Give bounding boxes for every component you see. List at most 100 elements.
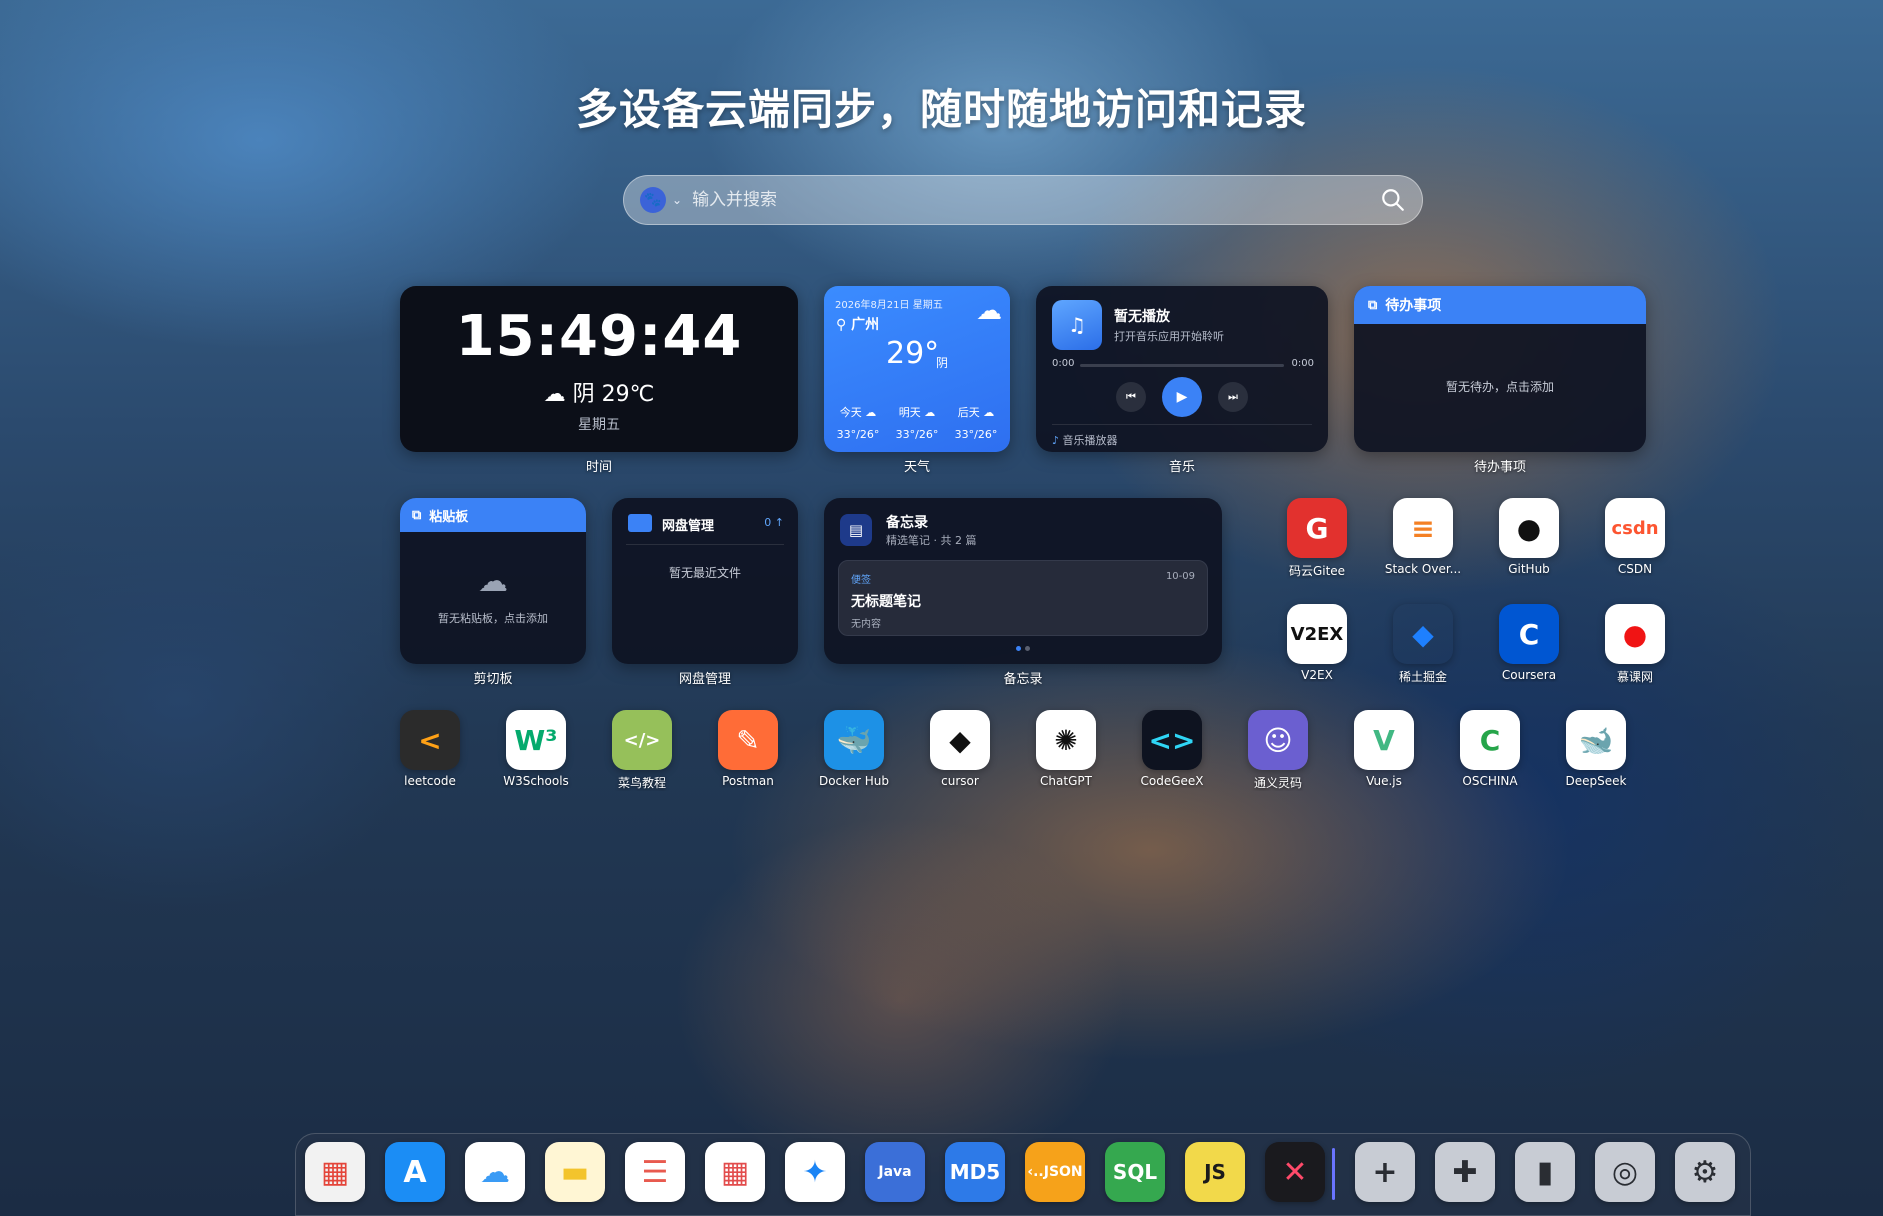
search-icon[interactable]: [1380, 187, 1406, 213]
runoob-icon: </>: [612, 710, 672, 770]
upload-count[interactable]: 0 ↑: [764, 516, 784, 529]
leetcode-icon: <: [400, 710, 460, 770]
app-runoob[interactable]: </> 菜鸟教程: [602, 710, 682, 791]
app-label: 稀土掘金: [1398, 670, 1447, 684]
netdisk-widget[interactable]: 网盘管理 0 ↑ 暂无最近文件: [612, 498, 798, 664]
caption-clipboard: 剪切板: [473, 672, 513, 687]
caption-music: 音乐: [1168, 460, 1195, 475]
caption-clock: 时间: [585, 460, 612, 475]
clock-time: 15:49:44: [455, 304, 743, 369]
previous-track-button[interactable]: ⏮: [1116, 382, 1146, 412]
app-deepseek[interactable]: 🐋 DeepSeek: [1556, 710, 1636, 788]
app-github[interactable]: ● GitHub: [1489, 498, 1569, 576]
todo-widget[interactable]: ⧉ 待办事项 暂无待办，点击添加: [1354, 286, 1646, 452]
clock-widget[interactable]: 15:49:44 ☁ 阴 29℃ 星期五: [400, 286, 798, 452]
app-store-icon[interactable]: A: [385, 1142, 445, 1202]
music-title: 暂无播放: [1114, 309, 1170, 325]
divider: [626, 544, 784, 545]
dock-separator: [1332, 1148, 1335, 1200]
todo-header: ⧉ 待办事项: [1354, 286, 1646, 324]
app-juejin[interactable]: ◆ 稀土掘金: [1383, 604, 1463, 685]
coursera-icon: C: [1499, 604, 1559, 664]
app-postman[interactable]: ✎ Postman: [708, 710, 788, 788]
music-widget[interactable]: ♫ 暂无播放 打开音乐应用开始聆听 0:00 0:00 ⏮ ▶ ⏭ ♪ 音乐播放…: [1036, 286, 1328, 452]
app-cursor[interactable]: ◆ cursor: [920, 710, 1000, 788]
cloud-icon: ☁: [543, 382, 566, 407]
forecast-today: 今天 ☁ 33°/26°: [836, 406, 880, 441]
app-chatgpt[interactable]: ✺ ChatGPT: [1026, 710, 1106, 788]
app-stackoverflow[interactable]: ≡ Stack Over...: [1383, 498, 1463, 576]
app-vue[interactable]: V Vue.js: [1344, 710, 1424, 788]
imooc-icon: ●: [1605, 604, 1665, 664]
memo-note-card[interactable]: 便签 10-09 无标题笔记 无内容: [838, 560, 1208, 636]
caption-todo: 待办事项: [1473, 460, 1526, 475]
play-button[interactable]: ▶: [1162, 377, 1202, 417]
netdisk-title: 网盘管理: [662, 519, 715, 534]
csdn-icon: csdn: [1605, 498, 1665, 558]
weather-date: 2026年8月21日 星期五: [835, 300, 943, 311]
clipboard-widget[interactable]: ⧉ 粘贴板 ☁ 暂无粘贴板，点击添加: [400, 498, 586, 664]
md5-shield-icon[interactable]: MD5: [945, 1142, 1005, 1202]
calendar-icon[interactable]: ▦: [705, 1142, 765, 1202]
memo-subtitle: 精选笔记 · 共 2 篇: [886, 534, 977, 547]
pagination-dots[interactable]: [824, 646, 1222, 651]
caption-weather: 天气: [903, 460, 930, 475]
app-leetcode[interactable]: < leetcode: [390, 710, 470, 788]
javascript-icon[interactable]: JS: [1185, 1142, 1245, 1202]
next-track-button[interactable]: ⏭: [1218, 382, 1248, 412]
app-w3schools[interactable]: W³ W3Schools: [496, 710, 576, 788]
music-note-icon: ♫: [1052, 300, 1102, 350]
note-content: 无内容: [851, 619, 881, 630]
notes-icon[interactable]: ▬: [545, 1142, 605, 1202]
app-codegeex[interactable]: <> CodeGeeX: [1132, 710, 1212, 788]
settings-gear-icon[interactable]: ⚙: [1675, 1142, 1735, 1202]
app-label: GitHub: [1508, 562, 1550, 576]
app-label: 慕课网: [1616, 670, 1653, 684]
note-tag: 便签: [851, 575, 871, 586]
diff-merge-icon[interactable]: ✕: [1265, 1142, 1325, 1202]
reminders-icon[interactable]: ☰: [625, 1142, 685, 1202]
clipboard-empty-state[interactable]: 暂无粘贴板，点击添加: [400, 610, 586, 626]
clipboard-icon: ⧉: [412, 507, 422, 523]
json-icon[interactable]: ‹..JSON: [1025, 1142, 1085, 1202]
todo-empty-state[interactable]: 暂无待办，点击添加: [1354, 378, 1646, 395]
music-subtitle: 打开音乐应用开始聆听: [1114, 330, 1224, 343]
music-time-end: 0:00: [1291, 358, 1314, 369]
music-progress-bar[interactable]: [1080, 364, 1284, 367]
note-date: 10-09: [1165, 571, 1195, 582]
app-v2ex[interactable]: V2EX V2EX: [1277, 604, 1357, 682]
java-icon[interactable]: Java: [865, 1142, 925, 1202]
search-bar[interactable]: 🐾 ⌄: [623, 175, 1423, 225]
music-footer: ♪ 音乐播放器: [1052, 434, 1118, 447]
w3schools-icon: W³: [506, 710, 566, 770]
app-oschina[interactable]: C OSCHINA: [1450, 710, 1530, 788]
add-icon[interactable]: +: [1355, 1142, 1415, 1202]
forecast-day-after: 后天 ☁ 33°/26°: [954, 406, 998, 441]
deepseek-icon: 🐋: [1566, 710, 1626, 770]
chevron-down-icon[interactable]: ⌄: [672, 193, 682, 207]
app-csdn[interactable]: csdn CSDN: [1595, 498, 1675, 576]
clock-weekday: 星期五: [578, 417, 620, 433]
app-docker[interactable]: 🐳 Docker Hub: [814, 710, 894, 788]
app-coursera[interactable]: C Coursera: [1489, 604, 1569, 682]
github-icon: ●: [1499, 498, 1559, 558]
weather-widget[interactable]: 2026年8月21日 星期五 ☁ ⚲ 广州 29° 阴 今天 ☁ 33°/26° …: [824, 286, 1010, 452]
icloud-icon[interactable]: ☁: [465, 1142, 525, 1202]
clock-weather: ☁ 阴 29℃: [543, 382, 655, 407]
cloud-icon: ☁: [976, 296, 1002, 326]
gitee-icon: G: [1287, 498, 1347, 558]
baidu-paw-icon[interactable]: 🐾: [640, 187, 666, 213]
search-input[interactable]: [692, 190, 1380, 210]
safari-icon[interactable]: ✦: [785, 1142, 845, 1202]
app-label: Postman: [722, 774, 774, 788]
app-imooc[interactable]: ● 慕课网: [1595, 604, 1675, 685]
sql-icon[interactable]: SQL: [1105, 1142, 1165, 1202]
app-gitee[interactable]: G 码云Gitee: [1277, 498, 1357, 579]
puzzle-icon[interactable]: ✚: [1435, 1142, 1495, 1202]
timer-icon[interactable]: ◎: [1595, 1142, 1655, 1202]
memo-widget[interactable]: ▤ 备忘录 精选笔记 · 共 2 篇 便签 10-09 无标题笔记 无内容: [824, 498, 1222, 664]
app-tongyi-lingma[interactable]: ☺ 通义灵码: [1238, 710, 1318, 791]
launchpad-grid-icon[interactable]: ▦: [305, 1142, 365, 1202]
brush-icon[interactable]: ▮: [1515, 1142, 1575, 1202]
tongyi-lingma-icon: ☺: [1248, 710, 1308, 770]
